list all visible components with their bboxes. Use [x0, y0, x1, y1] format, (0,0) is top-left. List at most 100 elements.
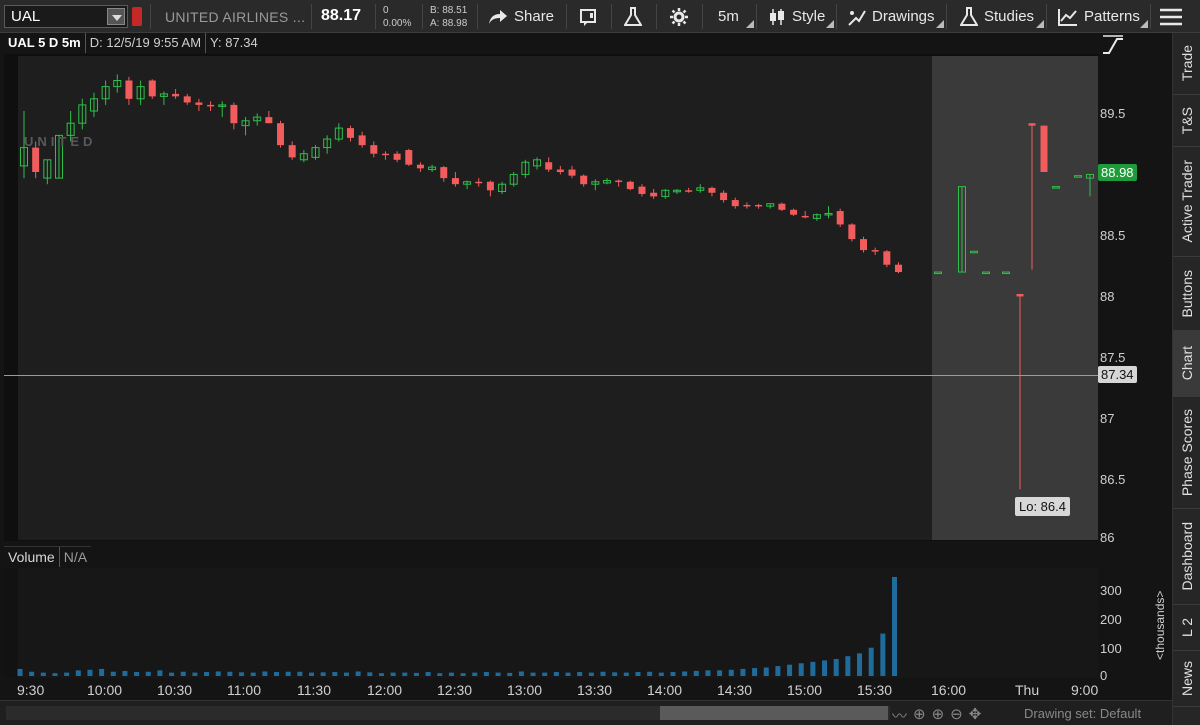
tab-phase-scores[interactable]: Phase Scores — [1173, 397, 1200, 509]
share-label: Share — [514, 8, 555, 25]
drawing-set-selector[interactable]: Drawing set: Default — [1024, 706, 1141, 721]
tab-label: Buttons — [1179, 269, 1195, 318]
divider — [1046, 4, 1047, 29]
volume-bar — [600, 671, 606, 676]
regular-session-candle — [230, 104, 238, 124]
scrollbar-thumb[interactable] — [660, 706, 888, 720]
drawings-icon — [848, 9, 866, 26]
drawings-button[interactable]: Drawings — [848, 0, 935, 33]
volume-bar — [309, 672, 314, 676]
regular-session-candle — [755, 204, 763, 207]
time-tick: 14:00 — [647, 682, 683, 698]
pan-icon[interactable]: ✥ — [969, 705, 982, 725]
price-chart-panel[interactable]: UNITED — [4, 54, 1098, 541]
volume-bar — [868, 647, 874, 676]
volume-bar — [250, 672, 256, 676]
regular-session-candle — [125, 80, 133, 99]
volume-bar — [448, 672, 454, 676]
hamburger-icon — [1160, 8, 1182, 25]
tab-label: Phase Scores — [1179, 408, 1195, 497]
crosshair-icon[interactable]: ⊕ — [913, 705, 926, 725]
volume-bar — [52, 673, 58, 676]
divider — [375, 4, 376, 29]
tab-trade[interactable]: Trade — [1173, 33, 1200, 95]
volume-bar — [728, 669, 734, 676]
interval-button[interactable]: 5m — [718, 0, 739, 33]
symbol-dropdown-button[interactable] — [107, 8, 125, 25]
tab-dashboard[interactable]: Dashboard — [1173, 509, 1200, 605]
volume-bar — [227, 671, 233, 676]
regular-session-candle — [685, 190, 693, 192]
volume-bar — [530, 672, 536, 676]
zoom-in-icon[interactable]: ⊕ — [932, 705, 945, 725]
volume-bar — [798, 663, 804, 676]
regular-session-candle — [615, 180, 623, 183]
regular-session-candle — [871, 250, 879, 252]
volume-bar — [763, 667, 769, 676]
regular-session-candle — [848, 224, 856, 240]
time-tick: 10:00 — [87, 682, 123, 698]
alert-button[interactable] — [580, 0, 606, 33]
extended-session-candle — [1040, 125, 1048, 172]
volume-header: Volume N/A — [4, 546, 92, 567]
volume-bar — [588, 672, 594, 676]
volume-bar — [355, 671, 361, 676]
volume-bar — [833, 659, 839, 676]
regular-session-candle — [32, 147, 40, 172]
corner-arrow-icon — [746, 20, 754, 28]
volume-label[interactable]: Volume — [4, 547, 59, 567]
volume-panel[interactable] — [4, 568, 1098, 678]
zoom-out-icon[interactable]: ⊖ — [950, 705, 963, 725]
flask-button[interactable] — [624, 0, 648, 33]
tab-buttons[interactable]: Buttons — [1173, 257, 1200, 331]
regular-session-candle — [475, 181, 483, 184]
tab-active-trader[interactable]: Active Trader — [1173, 147, 1200, 257]
symbol-input[interactable]: UAL — [4, 5, 128, 28]
share-button[interactable]: Share — [488, 0, 554, 33]
tab-label: Chart — [1179, 346, 1195, 381]
time-tick: 14:30 — [717, 682, 753, 698]
regular-session-candle — [778, 203, 786, 210]
extended-session-candle — [1016, 294, 1024, 297]
wave-icon[interactable]: 〰 — [892, 705, 907, 725]
volume-bar — [553, 672, 559, 676]
volume-bar — [169, 672, 175, 676]
regular-session-candle — [638, 186, 646, 194]
regular-session-candle — [370, 145, 378, 154]
last-price-badge: 88.98 — [1098, 164, 1137, 181]
volume-bar — [64, 672, 70, 676]
regular-session-candle — [440, 167, 448, 179]
time-tick: 13:00 — [507, 682, 543, 698]
settings-button[interactable] — [669, 0, 695, 33]
time-axis[interactable]: 9:30 10:00 10:30 11:00 11:30 12:00 12:30… — [4, 678, 1098, 700]
link-group-icon[interactable] — [132, 7, 142, 26]
menu-button[interactable] — [1158, 0, 1190, 33]
chart-symbol-label[interactable]: UAL 5 D 5m — [4, 33, 85, 53]
cursor-y-value: Y: 87.34 — [205, 33, 262, 53]
regular-session-candle — [393, 153, 401, 160]
volume-bar — [262, 671, 268, 676]
studies-button[interactable]: Studies — [960, 0, 1034, 33]
time-tick: 9:30 — [17, 682, 45, 698]
volume-bar — [285, 671, 291, 676]
divider — [311, 4, 312, 29]
regular-session-candle — [381, 153, 389, 156]
regular-session-candle — [580, 175, 588, 185]
divider — [611, 4, 612, 29]
price-axis[interactable]: 89.5 89 88.5 88 87.5 87 86.5 86 — [1098, 54, 1172, 545]
gear-icon — [670, 7, 688, 26]
tab-news[interactable]: News — [1173, 651, 1200, 707]
regular-session-candle — [568, 169, 576, 176]
regular-session-candle — [265, 117, 273, 124]
volume-bar — [658, 672, 664, 676]
patterns-button[interactable]: Patterns — [1058, 0, 1140, 33]
tab-level-2[interactable]: L 2 — [1173, 605, 1200, 651]
style-button[interactable]: Style — [768, 0, 825, 33]
tab-chart[interactable]: Chart — [1173, 331, 1200, 397]
corner-arrow-icon — [1140, 20, 1148, 28]
tab-time-and-sales[interactable]: T&S — [1173, 95, 1200, 147]
volume-bar — [390, 672, 396, 676]
volume-bar — [682, 671, 688, 676]
corner-arrow-icon — [1036, 20, 1044, 28]
volume-bar — [87, 669, 93, 676]
